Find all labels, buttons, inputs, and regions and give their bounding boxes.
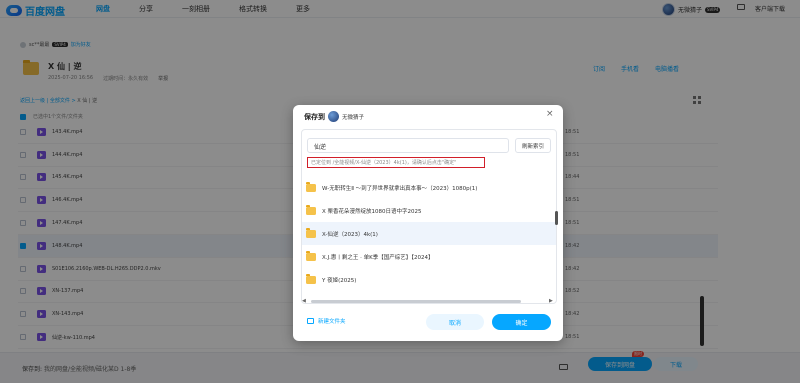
dialog-user-name[interactable]: 无微猜子	[342, 113, 364, 121]
new-folder-button[interactable]: 新建文件夹	[307, 317, 346, 325]
folder-icon	[306, 182, 316, 192]
dialog-title: 保存到	[304, 113, 325, 121]
location-hint: 已定位到 /全能视频/X-仙逆（2023）4k(1)，请确认后点击"确定"	[307, 157, 485, 168]
folder-name: X-仙逆（2023）4k(1)	[322, 231, 378, 238]
folder-icon	[306, 274, 316, 284]
folder-icon	[306, 251, 316, 261]
refresh-index-button[interactable]: 刷新索引	[515, 138, 551, 153]
folder-name: X 栗香花朵漫然绽放1080日语中字2025	[322, 208, 422, 215]
folder-name: X.J.惠丨剩之王 · 单K季【国产综艺】【2024】	[322, 254, 434, 261]
list-item[interactable]: W-无职转生Ⅱ ～到了异世界就拿出真本事～（2023）1080p(1)	[302, 176, 556, 199]
scroll-right-icon[interactable]: ▶	[549, 298, 553, 304]
folder-icon	[306, 205, 316, 215]
close-icon[interactable]: ×	[546, 109, 554, 119]
dialog-avatar	[328, 111, 339, 122]
new-folder-label: 新建文件夹	[318, 319, 346, 325]
save-to-dialog: 保存到 无微猜子 × 仙逆 刷新索引 已定位到 /全能视频/X-仙逆（2023）…	[293, 105, 563, 341]
scroll-left-icon[interactable]: ◀	[302, 298, 306, 304]
folder-name: Y 夜姬(2025)	[322, 277, 357, 284]
add-folder-icon	[307, 318, 314, 324]
list-item[interactable]: X 栗香花朵漫然绽放1080日语中字2025	[302, 199, 556, 222]
list-item[interactable]: X-仙逆（2023）4k(1)	[302, 222, 556, 245]
confirm-button[interactable]: 确定	[492, 314, 551, 330]
vertical-scrollbar[interactable]	[555, 211, 558, 225]
cancel-button[interactable]: 取消	[426, 314, 484, 330]
folder-list: W-无职转生Ⅱ ～到了异世界就拿出真本事～（2023）1080p(1) X 栗香…	[302, 176, 556, 291]
search-input[interactable]: 仙逆	[307, 138, 509, 153]
folder-icon	[306, 228, 316, 238]
list-item[interactable]: X.J.惠丨剩之王 · 单K季【国产综艺】【2024】	[302, 245, 556, 268]
list-item[interactable]: Y 夜姬(2025)	[302, 268, 556, 291]
folder-name: W-无职转生Ⅱ ～到了异世界就拿出真本事～（2023）1080p(1)	[322, 185, 478, 192]
horizontal-scrollbar[interactable]	[311, 300, 521, 303]
